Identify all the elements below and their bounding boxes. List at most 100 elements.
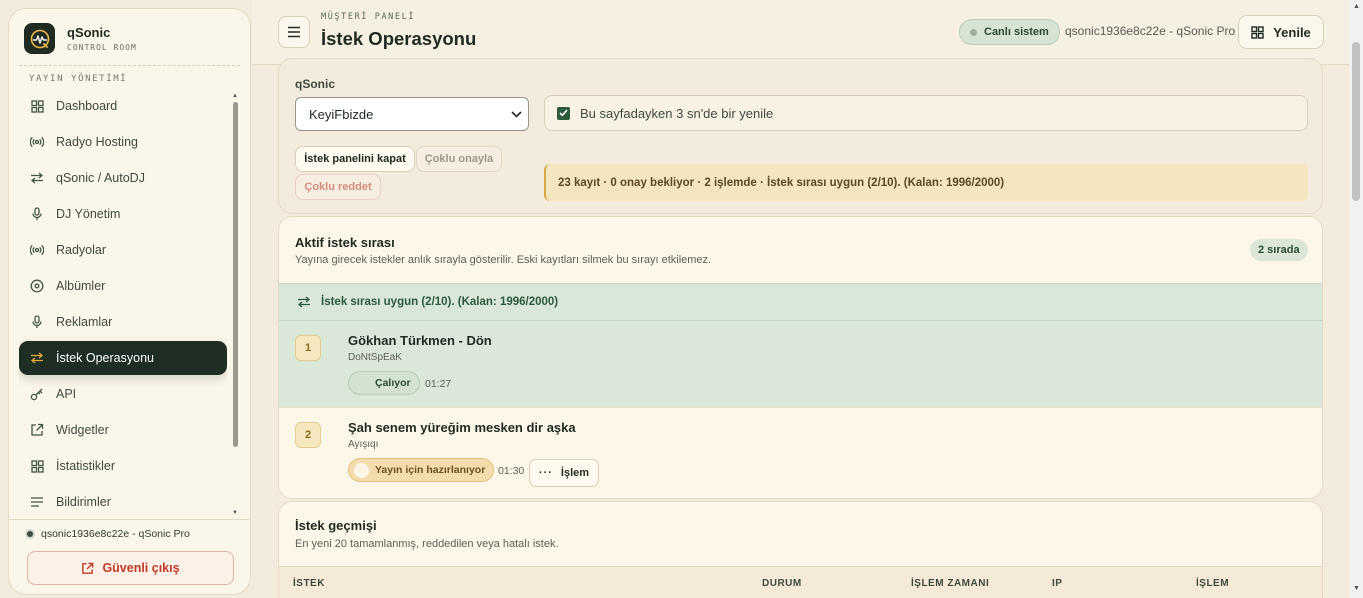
sidebar-nav: Dashboard Radyo Hosting qSonic / AutoDJ … <box>19 89 227 509</box>
spinner-icon <box>354 463 369 478</box>
more-dots-icon: ··· <box>538 467 553 479</box>
active-queue-card: Aktif istek sırası Yayına girecek istekl… <box>278 216 1323 499</box>
history-card: İstek geçmişi En yeni 20 tamamlanmış, re… <box>278 501 1323 598</box>
sidebar-item-radios[interactable]: Radyolar <box>19 233 227 267</box>
history-title: İstek geçmişi <box>295 518 377 533</box>
queue-status-label: İstek sırası uygun (2/10). (Kalan: 1996/… <box>321 296 559 308</box>
sidebar-item-label: Bildirimler <box>56 495 111 509</box>
queue-row: 2 Şah senem yüreğim mesken dir aşka Ayış… <box>279 408 1322 498</box>
sidebar-item-label: API <box>56 387 77 401</box>
header-user: qsonic1936e8c22e - qSonic Pro <box>1065 24 1236 38</box>
mic-icon <box>30 207 44 221</box>
queue-position: 2 <box>295 422 321 448</box>
sidebar-item-autodj[interactable]: qSonic / AutoDJ <box>19 161 227 195</box>
column-header-time[interactable]: İŞLEM ZAMANI <box>911 578 989 589</box>
history-description: En yeni 20 tamamlanmış, reddedilen veya … <box>295 538 559 550</box>
grid-icon <box>30 459 44 473</box>
column-header-action[interactable]: İŞLEM <box>1196 578 1229 589</box>
checkbox-checked-icon[interactable] <box>557 106 570 120</box>
sidebar-item-label: İstatistikler <box>56 459 116 473</box>
broadcast-icon <box>30 135 44 149</box>
page-scrollbar[interactable]: ▲ ▼ <box>1349 0 1363 598</box>
sidebar-item-notifications[interactable]: Bildirimler <box>19 485 227 509</box>
sidebar-item-dj[interactable]: DJ Yönetim <box>19 197 227 231</box>
scroll-up-icon[interactable]: ▲ <box>1353 3 1360 10</box>
playing-status-badge: Çalıyor <box>348 371 420 395</box>
playing-status-label: Çalıyor <box>375 377 411 389</box>
sidebar-item-label: Albümler <box>56 279 106 293</box>
auto-refresh-toggle[interactable]: Bu sayfadayken 3 sn'de bir yenile <box>544 95 1308 131</box>
menu-button[interactable] <box>278 16 310 48</box>
scrollbar-thumb[interactable] <box>232 102 238 447</box>
sidebar-item-label: İstek Operasyonu <box>56 351 154 365</box>
broadcast-icon <box>30 243 44 257</box>
sidebar-user-label: qsonic1936e8c22e - qSonic Pro <box>41 528 190 540</box>
history-table-header: İSTEK DURUM İŞLEM ZAMANI IP İŞLEM <box>279 566 1322 598</box>
station-select[interactable]: KeyiFbizde <box>295 97 529 131</box>
sidebar-item-ads[interactable]: Reklamlar <box>19 305 227 339</box>
brand-subtitle: CONTROL ROOM <box>67 43 137 52</box>
status-dot-icon <box>25 529 35 539</box>
requester-name: Ayışıqı <box>348 439 379 450</box>
preparing-status-label: Yayın için hazırlanıyor <box>375 464 486 476</box>
preparing-status-badge: Yayın için hazırlanıyor <box>348 458 495 482</box>
key-icon <box>30 387 44 401</box>
sidebar-item-label: Dashboard <box>56 99 118 113</box>
queue-status-strip: İstek sırası uygun (2/10). (Kalan: 1996/… <box>279 283 1322 321</box>
arrows-icon <box>297 296 311 308</box>
sidebar-item-albums[interactable]: Albümler <box>19 269 227 303</box>
sidebar-item-label: Reklamlar <box>56 315 113 329</box>
scroll-down-icon[interactable]: ▼ <box>231 509 239 517</box>
mic-icon <box>30 315 44 329</box>
external-icon <box>82 562 94 574</box>
brand-title: qSonic <box>67 25 111 40</box>
chevron-down-icon <box>511 110 522 118</box>
request-duration: 01:27 <box>425 378 452 390</box>
sidebar-item-label: DJ Yönetim <box>56 207 121 221</box>
page-title: İstek Operasyonu <box>321 28 477 49</box>
station-select-value: KeyiFbizde <box>309 106 374 122</box>
topbar: MÜŞTERİ PANELİ İstek Operasyonu Canlı si… <box>252 0 1349 65</box>
disc-icon <box>30 279 44 293</box>
sidebar-item-label: Radyolar <box>56 243 107 257</box>
logo-icon <box>24 23 55 54</box>
sidebar-item-stats[interactable]: İstatistikler <box>19 449 227 483</box>
brand[interactable]: qSonic CONTROL ROOM <box>24 23 137 54</box>
sidebar-item-widgets[interactable]: Widgetler <box>19 413 227 447</box>
arrows-icon <box>30 351 44 365</box>
sidebar-item-request-ops[interactable]: İstek Operasyonu <box>19 341 227 375</box>
column-header-request[interactable]: İSTEK <box>293 578 325 589</box>
scrollbar-thumb[interactable] <box>1352 42 1360 201</box>
status-badge: Canlı sistem <box>959 19 1060 45</box>
scroll-up-icon[interactable]: ▲ <box>231 92 239 100</box>
sidebar-item-label: qSonic / AutoDJ <box>56 171 145 185</box>
station-label: qSonic <box>295 77 336 91</box>
multi-approve-button[interactable]: Çoklu onayla <box>416 146 502 172</box>
row-action-button[interactable]: ··· İşlem <box>529 459 599 487</box>
refresh-label: Yenile <box>1273 24 1311 40</box>
arrows-icon <box>30 171 44 185</box>
sidebar-item-radio-hosting[interactable]: Radyo Hosting <box>19 125 227 159</box>
sidebar-item-api[interactable]: API <box>19 377 227 411</box>
row-action-label: İşlem <box>560 467 590 479</box>
column-header-status[interactable]: DURUM <box>762 578 802 589</box>
close-panel-button[interactable]: İstek panelini kapat <box>295 146 415 172</box>
auto-refresh-label: Bu sayfadayken 3 sn'de bir yenile <box>580 105 774 121</box>
sidebar-item-label: Radyo Hosting <box>56 135 138 149</box>
sidebar-scrollbar[interactable]: ▲ ▼ <box>231 92 239 518</box>
scroll-down-icon[interactable]: ▼ <box>1353 585 1360 592</box>
divider <box>9 519 250 520</box>
column-header-ip[interactable]: IP <box>1052 578 1062 589</box>
status-dot-icon <box>970 28 977 36</box>
page-eyebrow: MÜŞTERİ PANELİ <box>321 12 416 22</box>
hamburger-icon <box>288 26 300 38</box>
logout-button[interactable]: Güvenli çıkış <box>27 551 234 585</box>
request-duration: 01:30 <box>498 465 525 477</box>
multi-reject-button[interactable]: Çoklu reddet <box>295 174 381 200</box>
refresh-button[interactable]: Yenile <box>1238 15 1324 49</box>
sidebar-item-dashboard[interactable]: Dashboard <box>19 89 227 123</box>
external-icon <box>30 423 44 437</box>
request-title: Şah senem yüreğim mesken dir aşka <box>348 420 576 435</box>
divider <box>19 65 240 66</box>
queue-description: Yayına girecek istekler anlık sırayla gö… <box>295 254 712 266</box>
